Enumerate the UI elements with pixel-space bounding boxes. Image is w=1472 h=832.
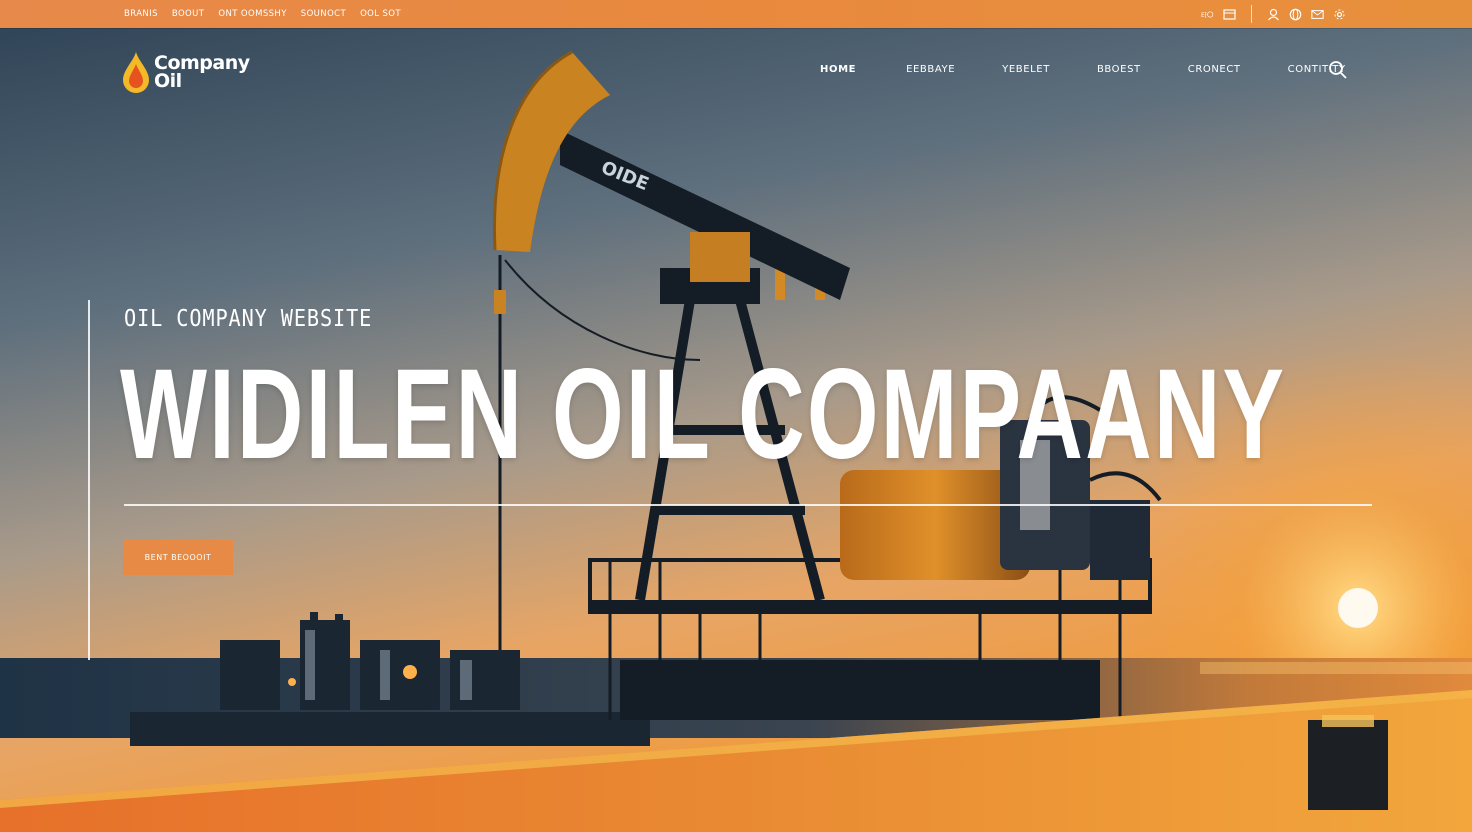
rig-label-text: OIDE [598, 157, 652, 195]
rig-beam-label: OIDE [598, 157, 652, 195]
